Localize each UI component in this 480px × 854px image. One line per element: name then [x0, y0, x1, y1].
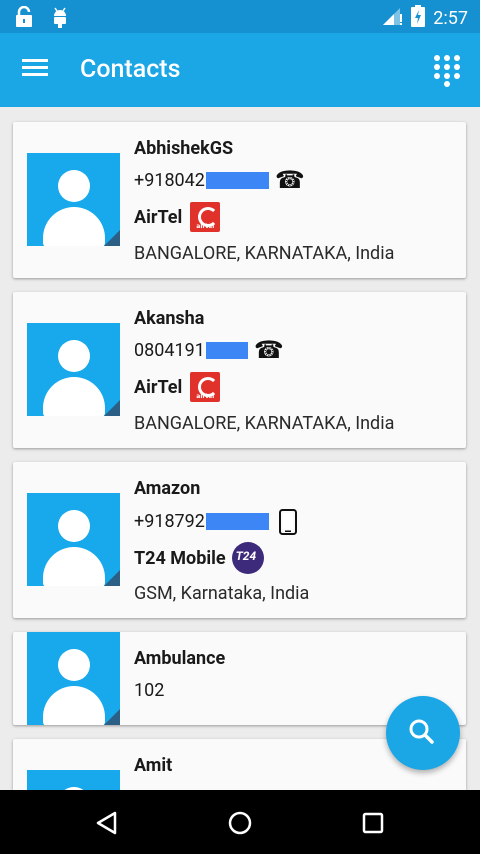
contact-card[interactable]: Amazon +918792 T24 Mobile T24 GSM, Karna…	[13, 462, 466, 618]
contact-card[interactable]: AbhishekGS +918042 ☎ AirTel airtel BANGA…	[13, 122, 466, 278]
landline-phone-icon: ☎	[274, 166, 305, 194]
contact-name: Akansha	[134, 308, 205, 329]
contact-location: BANGALORE, KARNATAKA, India	[134, 243, 395, 264]
redaction-box	[205, 171, 269, 189]
landline-phone-icon: ☎	[253, 336, 284, 364]
contact-name: Amit	[134, 755, 173, 776]
app-bar: Contacts	[0, 33, 480, 107]
android-debug-icon	[50, 6, 70, 32]
carrier-name: AirTel	[134, 206, 183, 228]
navigation-bar	[0, 790, 480, 854]
phone-number: 0804191	[134, 339, 205, 361]
contact-name: AbhishekGS	[134, 138, 234, 159]
airtel-logo-icon: airtel	[190, 202, 221, 232]
phone-number: +918042	[134, 169, 205, 191]
redaction-box	[205, 512, 269, 530]
phone-row: 0804191 ☎	[134, 338, 284, 362]
carrier-row: T24 Mobile T24	[134, 542, 264, 574]
contact-card[interactable]: Akansha 0804191 ☎ AirTel airtel BANGALOR…	[13, 292, 466, 448]
redaction-box	[205, 341, 248, 359]
search-icon	[409, 719, 434, 744]
mobile-phone-icon	[275, 508, 297, 535]
avatar	[27, 323, 120, 416]
airtel-logo-icon: airtel	[190, 372, 221, 402]
lock-open-icon	[14, 5, 34, 32]
contact-name: Amazon	[134, 478, 201, 499]
phone-number: 102	[134, 680, 165, 701]
avatar	[27, 770, 120, 790]
phone-row: +918042 ☎	[134, 168, 305, 192]
carrier-row: AirTel airtel	[134, 372, 221, 402]
contact-location: GSM, Karnataka, India	[134, 583, 310, 604]
battery-charging-icon	[411, 5, 426, 31]
carrier-row: AirTel airtel	[134, 202, 221, 232]
carrier-name: AirTel	[134, 376, 183, 398]
status-time: 2:57	[433, 7, 468, 29]
contact-name: Ambulance	[134, 648, 226, 669]
back-icon[interactable]	[90, 806, 124, 840]
carrier-name: T24 Mobile	[134, 547, 226, 569]
search-button[interactable]	[386, 696, 460, 770]
avatar	[27, 632, 120, 725]
contact-location: BANGALORE, KARNATAKA, India	[134, 413, 395, 434]
phone-row: +918792	[134, 508, 297, 535]
dialpad-icon[interactable]	[432, 53, 464, 87]
avatar	[27, 493, 120, 586]
phone-number: +918792	[134, 510, 205, 532]
page-title: Contacts	[80, 55, 181, 84]
signal-icon	[381, 6, 403, 30]
avatar	[27, 153, 120, 246]
contact-list[interactable]: AbhishekGS +918042 ☎ AirTel airtel BANGA…	[0, 107, 480, 790]
phone-row: 102	[134, 680, 164, 701]
status-bar: 2:57	[0, 0, 480, 33]
t24-logo-icon: T24	[231, 542, 264, 574]
recents-icon[interactable]	[356, 806, 390, 840]
hamburger-menu-icon[interactable]	[18, 55, 56, 85]
home-icon[interactable]	[223, 806, 257, 840]
